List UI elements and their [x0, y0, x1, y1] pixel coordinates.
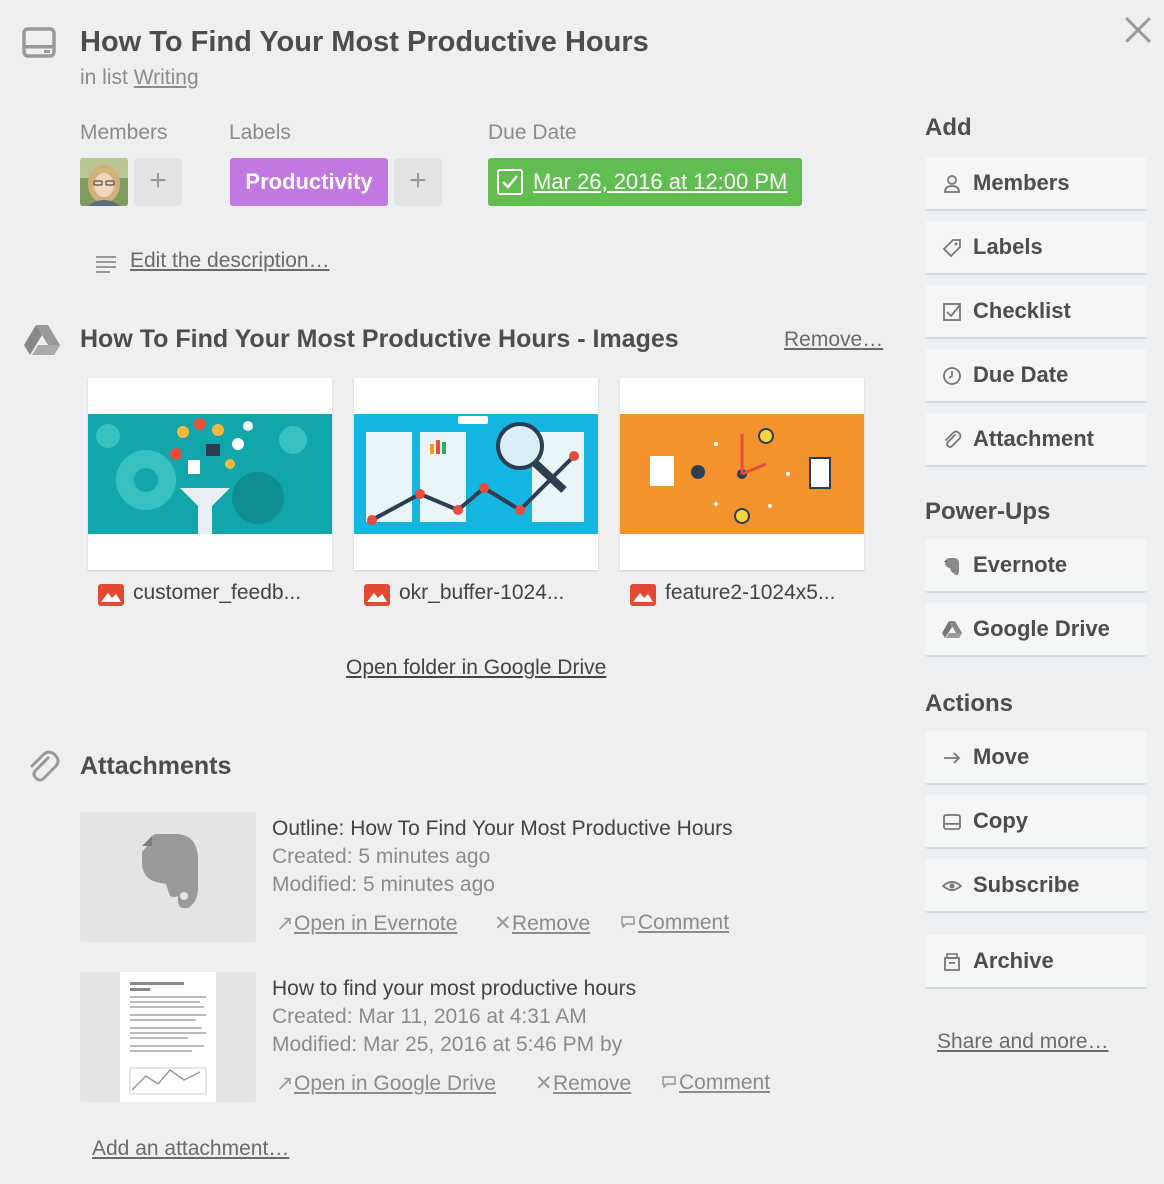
add-checklist-button[interactable]: Checklist: [925, 285, 1147, 339]
card-icon: [941, 811, 963, 833]
checkbox-icon: [941, 301, 963, 323]
add-attachment-button[interactable]: Attachment: [925, 413, 1147, 467]
attachment-name[interactable]: How to find your most productive hours: [272, 977, 636, 1001]
copy-button[interactable]: Copy: [925, 795, 1147, 849]
add-members-button[interactable]: Members: [925, 157, 1147, 211]
comment-icon: [620, 911, 638, 935]
drive-file-name[interactable]: okr_buffer-1024...: [399, 581, 564, 605]
add-attachment-label: Attachment: [973, 426, 1095, 451]
due-date-badge[interactable]: Mar 26, 2016 at 12:00 PM: [488, 158, 802, 206]
paperclip-icon: [26, 750, 60, 789]
google-drive-button[interactable]: Google Drive: [925, 603, 1147, 657]
move-button[interactable]: Move: [925, 731, 1147, 785]
paperclip-icon: [941, 429, 963, 451]
add-due-date-label: Due Date: [973, 362, 1069, 387]
image-file-icon: [364, 584, 390, 606]
card-title[interactable]: How To Find Your Most Productive Hours: [80, 26, 649, 59]
share-and-more-link[interactable]: Share and more…: [937, 1030, 1109, 1054]
attachment-modified: Modified: Mar 25, 2016 at 5:46 PM by: [272, 1033, 623, 1056]
add-checklist-label: Checklist: [973, 298, 1071, 323]
archive-button[interactable]: Archive: [925, 935, 1147, 989]
comment-attachment-link[interactable]: Comment: [620, 911, 729, 935]
drive-thumbnail-1[interactable]: [88, 378, 332, 570]
comment-icon: [661, 1071, 679, 1095]
comment-attachment-label[interactable]: Comment: [638, 911, 729, 934]
add-members-label: Members: [973, 170, 1070, 195]
external-link-icon: ↗: [276, 912, 294, 935]
due-complete-checkbox[interactable]: [497, 169, 523, 195]
google-drive-icon: [941, 619, 963, 641]
description-icon: [96, 255, 118, 278]
external-link-icon: ↗: [276, 1072, 294, 1095]
close-icon[interactable]: [1122, 14, 1154, 46]
open-folder-link[interactable]: Open folder in Google Drive: [346, 656, 606, 680]
close-icon: ✕: [535, 1072, 553, 1095]
add-labels-button[interactable]: Labels: [925, 221, 1147, 275]
due-date-value[interactable]: Mar 26, 2016 at 12:00 PM: [533, 169, 787, 195]
comment-attachment-link[interactable]: Comment: [661, 1071, 770, 1095]
attachment-name[interactable]: Outline: How To Find Your Most Productiv…: [272, 817, 733, 841]
clock-icon: [941, 365, 963, 387]
due-date-heading: Due Date: [488, 121, 577, 144]
attachments-heading: Attachments: [80, 752, 232, 780]
remove-attachment-label[interactable]: Remove: [553, 1072, 631, 1095]
add-heading: Add: [925, 114, 972, 141]
open-attachment-label[interactable]: Open in Evernote: [294, 912, 457, 935]
copy-label: Copy: [973, 808, 1028, 833]
evernote-elephant-icon: [142, 834, 198, 908]
image-file-icon: [630, 584, 656, 606]
drive-folder-title: How To Find Your Most Productive Hours -…: [80, 325, 679, 353]
close-icon: ✕: [494, 912, 512, 935]
drive-file-name[interactable]: customer_feedb...: [133, 581, 301, 605]
google-drive-label: Google Drive: [973, 616, 1110, 641]
open-attachment-link[interactable]: ↗Open in Evernote: [276, 911, 457, 936]
evernote-label: Evernote: [973, 552, 1068, 577]
tag-icon: [941, 237, 963, 259]
list-link[interactable]: Writing: [134, 66, 199, 89]
edit-description-link[interactable]: Edit the description…: [130, 249, 330, 273]
card-icon: [22, 26, 58, 60]
members-heading: Members: [80, 121, 168, 144]
archive-icon: [941, 951, 963, 973]
labels-heading: Labels: [229, 121, 291, 144]
attachment-thumbnail[interactable]: [80, 972, 256, 1102]
label-productivity[interactable]: Productivity: [230, 158, 388, 206]
evernote-icon: [941, 555, 963, 577]
eye-icon: [941, 875, 963, 897]
open-attachment-label[interactable]: Open in Google Drive: [294, 1072, 496, 1095]
add-due-date-button[interactable]: Due Date: [925, 349, 1147, 403]
google-drive-icon: [24, 324, 60, 361]
document-preview: [120, 972, 216, 1102]
drive-thumbnail-3[interactable]: [620, 378, 864, 570]
attachment-thumbnail[interactable]: [80, 812, 256, 942]
actions-heading: Actions: [925, 690, 1014, 717]
attachment-created: Created: 5 minutes ago: [272, 845, 491, 868]
add-label-button[interactable]: +: [394, 158, 442, 206]
add-attachment-link[interactable]: Add an attachment…: [92, 1137, 289, 1161]
image-file-icon: [98, 584, 124, 606]
arrow-right-icon: [941, 747, 963, 769]
attachment-created: Created: Mar 11, 2016 at 4:31 AM: [272, 1005, 587, 1028]
add-labels-label: Labels: [973, 234, 1043, 259]
person-icon: [941, 173, 963, 195]
evernote-button[interactable]: Evernote: [925, 539, 1147, 593]
comment-attachment-label[interactable]: Comment: [679, 1071, 770, 1094]
attachment-modified: Modified: 5 minutes ago: [272, 873, 495, 896]
open-attachment-link[interactable]: ↗Open in Google Drive: [276, 1071, 496, 1096]
in-list: in list Writing: [80, 66, 199, 90]
remove-attachment-link[interactable]: ✕Remove: [494, 911, 590, 936]
subscribe-label: Subscribe: [973, 872, 1080, 897]
add-member-button[interactable]: +: [134, 158, 182, 206]
archive-label: Archive: [973, 948, 1054, 973]
drive-file-name[interactable]: feature2-1024x5...: [665, 581, 835, 605]
subscribe-button[interactable]: Subscribe: [925, 859, 1147, 913]
power-ups-heading: Power-Ups: [925, 498, 1051, 525]
move-label: Move: [973, 744, 1030, 769]
remove-attachment-link[interactable]: ✕Remove: [535, 1071, 631, 1096]
remove-attachment-label[interactable]: Remove: [512, 912, 590, 935]
in-list-prefix: in list: [80, 66, 128, 89]
remove-drive-folder-link[interactable]: Remove…: [784, 328, 883, 352]
drive-thumbnail-2[interactable]: [354, 378, 598, 570]
avatar[interactable]: [80, 158, 128, 206]
